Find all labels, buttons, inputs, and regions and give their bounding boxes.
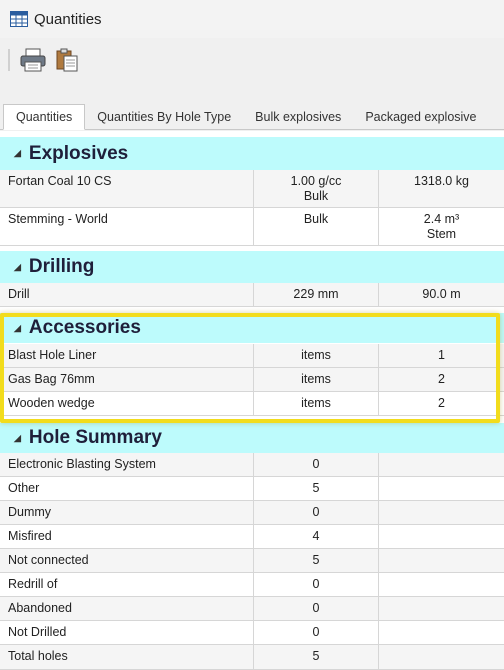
empty-cell [379,573,504,596]
empty-cell [379,549,504,572]
type-value: Stem [426,227,457,241]
item-name: Drill [0,283,254,306]
tab-quantities[interactable]: Quantities [3,104,86,130]
quantities-grid: ◢ Explosives Fortan Coal 10 CS 1.00 g/cc… [0,131,504,670]
item-name: Stemming - World [0,208,254,245]
table-row[interactable]: Electronic Blasting System 0 [0,453,504,477]
toolbar [0,40,504,80]
table-row[interactable]: Not Drilled 0 [0,621,504,645]
toolbar-grip [8,49,10,71]
group-explosives[interactable]: ◢ Explosives [0,137,504,170]
item-unit: items [254,392,379,415]
empty-cell [379,477,504,500]
item-name: Other [0,477,254,500]
item-count: 0 [254,597,379,620]
table-row[interactable]: Other 5 [0,477,504,501]
title-bar: Quantities [0,0,504,38]
item-name: Fortan Coal 10 CS [0,170,254,207]
table-row[interactable]: Fortan Coal 10 CS 1.00 g/cc Bulk 1318.0 … [0,170,504,208]
item-name: Not connected [0,549,254,572]
item-quantity: 1318.0 kg [414,174,469,188]
collapse-triangle-icon[interactable]: ◢ [14,323,21,334]
empty-cell [379,645,504,669]
item-name: Wooden wedge [0,392,254,415]
clipboard-icon [56,48,78,72]
collapse-triangle-icon[interactable]: ◢ [14,433,21,444]
item-name: Blast Hole Liner [0,344,254,367]
item-quantity: 2.4 m³ Stem [379,208,504,245]
item-unit: items [254,368,379,391]
table-row[interactable]: Stemming - World Bulk 2.4 m³ Stem [0,208,504,246]
tab-strip: Quantities Quantities By Hole Type Bulk … [0,104,504,130]
item-unit: 1.00 g/cc Bulk [254,170,379,207]
table-row[interactable]: Dummy 0 [0,501,504,525]
type-value: Bulk [303,189,329,203]
item-count: 5 [254,645,379,669]
group-title: Accessories [28,317,141,338]
table-row[interactable]: Not connected 5 [0,549,504,573]
group-title: Hole Summary [28,427,162,448]
item-name: Electronic Blasting System [0,453,254,476]
tab-quantities-by-hole-type[interactable]: Quantities By Hole Type [85,105,243,129]
empty-cell [379,501,504,524]
item-name: Misfired [0,525,254,548]
item-count: 0 [254,573,379,596]
table-row[interactable]: Gas Bag 76mm items 2 [0,368,504,392]
table-row[interactable]: Blast Hole Liner items 1 [0,344,504,368]
item-quantity: 2 [438,396,445,410]
table-row[interactable]: Misfired 4 [0,525,504,549]
item-count: 0 [254,621,379,644]
item-count: 5 [254,549,379,572]
item-unit: 229 mm [254,283,379,306]
group-drilling[interactable]: ◢ Drilling [0,251,504,283]
table-row[interactable]: Abandoned 0 [0,597,504,621]
item-count: 0 [254,453,379,476]
printer-icon [20,48,46,72]
tab-bulk-explosives[interactable]: Bulk explosives [243,105,353,129]
item-unit: Bulk [254,208,379,245]
table-row[interactable]: Wooden wedge items 2 [0,392,504,416]
item-count: 0 [254,501,379,524]
item-quantity: 2 [438,372,445,386]
item-name: Not Drilled [0,621,254,644]
quantities-app-icon [10,11,28,27]
empty-cell [379,621,504,644]
table-row[interactable]: Drill 229 mm 90.0 m [0,283,504,307]
density-value: 1.00 g/cc [290,174,342,188]
item-name: Redrill of [0,573,254,596]
item-name: Dummy [0,501,254,524]
item-name: Abandoned [0,597,254,620]
tab-packaged-explosives[interactable]: Packaged explosive [353,105,488,129]
table-row[interactable]: Total holes 5 [0,645,504,670]
collapse-triangle-icon[interactable]: ◢ [14,148,21,159]
paste-button[interactable] [52,45,82,75]
item-quantity: 90.0 m [422,287,461,301]
group-title: Explosives [28,142,129,164]
item-count: 5 [254,477,379,500]
window-title: Quantities [34,10,102,28]
volume-value: 2.4 m³ [423,212,460,226]
empty-cell [379,453,504,476]
table-row[interactable]: Redrill of 0 [0,573,504,597]
empty-cell [379,597,504,620]
item-unit: items [254,344,379,367]
print-button[interactable] [18,45,48,75]
item-name: Total holes [0,645,254,669]
group-hole-summary[interactable]: ◢ Hole Summary [0,423,504,453]
empty-cell [379,525,504,548]
item-name: Gas Bag 76mm [0,368,254,391]
group-accessories[interactable]: ◢ Accessories [0,313,504,343]
item-count: 4 [254,525,379,548]
item-quantity: 1 [438,348,445,362]
group-title: Drilling [28,256,95,277]
collapse-triangle-icon[interactable]: ◢ [14,262,21,273]
